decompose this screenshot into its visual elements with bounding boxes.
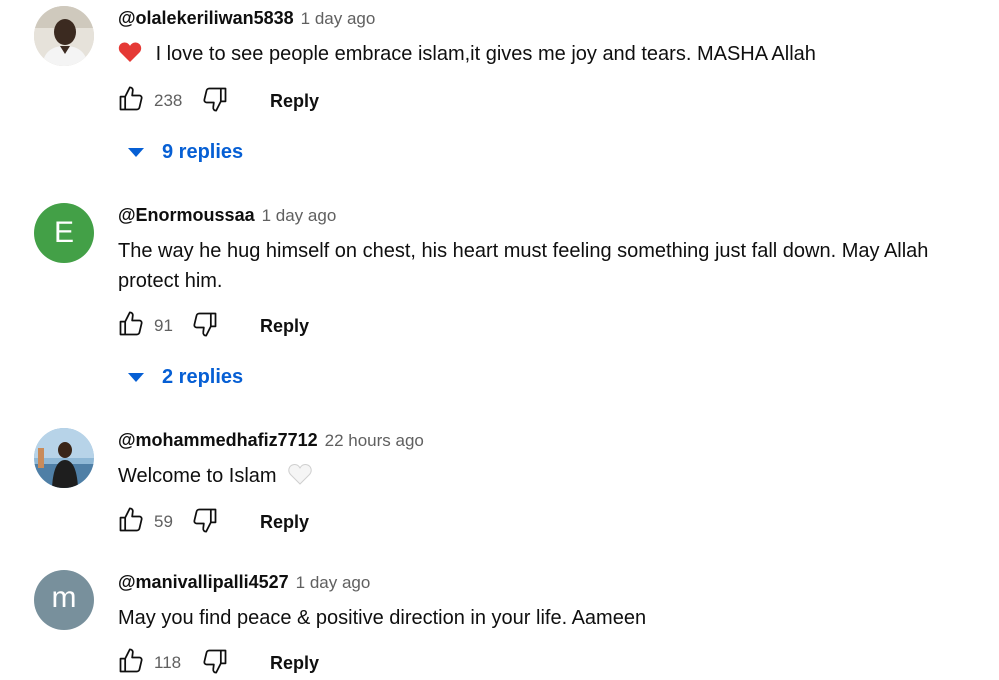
thumbs-down-icon bbox=[201, 85, 229, 118]
author-name[interactable]: @mohammedhafiz7712 bbox=[118, 430, 318, 451]
reply-button[interactable]: Reply bbox=[260, 512, 309, 533]
reply-button[interactable]: Reply bbox=[270, 653, 319, 674]
timestamp[interactable]: 22 hours ago bbox=[325, 431, 424, 451]
like-count: 238 bbox=[154, 91, 183, 110]
comment-header: @olalekeriliwan5838 1 day ago bbox=[118, 8, 375, 29]
like-count: 118 bbox=[154, 653, 182, 672]
comment-body: May you find peace & positive direction … bbox=[118, 607, 647, 629]
like-button[interactable] bbox=[114, 505, 148, 539]
comment-actions: 238 Reply bbox=[114, 84, 319, 118]
thumbs-down-icon bbox=[191, 506, 219, 539]
dislike-button[interactable] bbox=[188, 505, 222, 539]
reply-button[interactable]: Reply bbox=[260, 316, 309, 337]
author-name[interactable]: @Enormoussaa bbox=[118, 205, 255, 226]
comment-text: I love to see people embrace islam,it gi… bbox=[118, 39, 978, 72]
chevron-down-icon bbox=[128, 372, 144, 382]
comment-header: @mohammedhafiz7712 22 hours ago bbox=[118, 430, 424, 451]
replies-count-label: 2 replies bbox=[162, 365, 244, 388]
comment-header: @Enormoussaa 1 day ago bbox=[118, 205, 336, 226]
like-button[interactable] bbox=[114, 309, 148, 343]
like-count: 91 bbox=[154, 316, 173, 335]
comment-actions: 59 Reply bbox=[114, 505, 309, 539]
chevron-down-icon bbox=[128, 147, 144, 157]
dislike-button[interactable] bbox=[188, 309, 222, 343]
view-replies-button[interactable]: 9 replies bbox=[124, 137, 243, 167]
comment-body: Welcome to Islam bbox=[118, 465, 277, 487]
like-button[interactable] bbox=[114, 84, 148, 118]
comment-header: @manivallipalli4527 1 day ago bbox=[118, 572, 370, 593]
comment-body: I love to see people embrace islam,it gi… bbox=[155, 43, 816, 65]
avatar[interactable]: m bbox=[34, 570, 94, 630]
replies-count-label: 9 replies bbox=[162, 140, 244, 163]
comment-text: The way he hug himself on chest, his hea… bbox=[118, 236, 978, 296]
red-heart-icon bbox=[118, 41, 142, 72]
comment-body: The way he hug himself on chest, his hea… bbox=[118, 240, 929, 292]
like-count: 59 bbox=[154, 512, 173, 531]
thumbs-up-icon bbox=[117, 506, 145, 539]
timestamp[interactable]: 1 day ago bbox=[301, 9, 376, 29]
reply-button[interactable]: Reply bbox=[270, 91, 319, 112]
author-name[interactable]: @manivallipalli4527 bbox=[118, 572, 289, 593]
thumbs-down-icon bbox=[191, 310, 219, 343]
comment-actions: 91 Reply bbox=[114, 309, 309, 343]
author-name[interactable]: @olalekeriliwan5838 bbox=[118, 8, 294, 29]
comment-text: May you find peace & positive direction … bbox=[118, 603, 978, 633]
timestamp[interactable]: 1 day ago bbox=[262, 206, 337, 226]
avatar[interactable] bbox=[34, 428, 94, 488]
timestamp[interactable]: 1 day ago bbox=[296, 573, 371, 593]
view-replies-button[interactable]: 2 replies bbox=[124, 362, 243, 392]
dislike-button[interactable] bbox=[198, 84, 232, 118]
avatar[interactable]: E bbox=[34, 203, 94, 263]
comment-text: Welcome to Islam bbox=[118, 461, 978, 494]
white-heart-icon bbox=[288, 463, 312, 494]
thumbs-up-icon bbox=[117, 85, 145, 118]
avatar[interactable] bbox=[34, 6, 94, 66]
avatar-letter: m bbox=[51, 581, 77, 614]
thumbs-up-icon bbox=[117, 310, 145, 343]
avatar-letter: E bbox=[53, 216, 74, 249]
